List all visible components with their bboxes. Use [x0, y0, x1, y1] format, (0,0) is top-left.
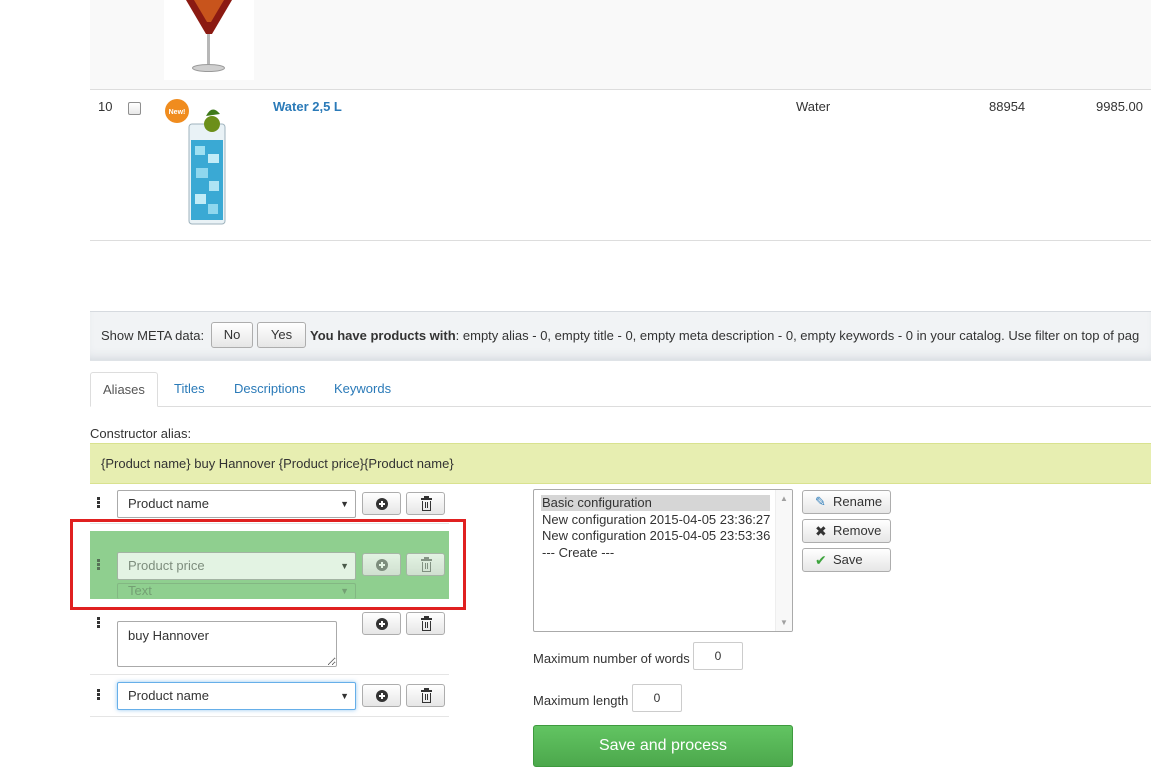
constructor-alias-label: Constructor alias: [90, 426, 192, 441]
meta-info-text: You have products with: empty alias - 0,… [310, 328, 1139, 343]
tab-titles[interactable]: Titles [174, 372, 205, 406]
edit-icon: ✎ [815, 494, 826, 509]
cocktail-thumbnail [164, 0, 254, 80]
max-length-label: Maximum length [533, 693, 629, 708]
highlight-frame [70, 519, 466, 610]
table-row-divider [90, 89, 1151, 90]
plus-circle-icon [376, 618, 388, 630]
token-select-value: Product name [128, 496, 209, 511]
product-name-link[interactable]: Water 2,5 L [273, 99, 342, 114]
config-option[interactable]: --- Create --- [541, 545, 614, 561]
delete-token-button[interactable] [406, 612, 445, 635]
tab-keywords[interactable]: Keywords [334, 372, 391, 406]
tab-aliases[interactable]: Aliases [90, 372, 158, 407]
tab-descriptions[interactable]: Descriptions [234, 372, 306, 406]
caret-down-icon: ▼ [340, 691, 349, 701]
trash-icon [421, 688, 432, 703]
product-price: 9985.00 [1096, 99, 1143, 114]
remove-label: Remove [833, 523, 882, 538]
rename-label: Rename [833, 494, 883, 509]
new-badge: New! [169, 109, 186, 116]
save-label: Save [833, 552, 863, 567]
row-index: 10 [98, 99, 113, 114]
scroll-up-icon[interactable]: ▲ [780, 494, 788, 503]
token-select-value: Product name [128, 688, 209, 703]
table-row-divider [90, 240, 1151, 241]
martini-glass-icon [186, 0, 232, 72]
tabs-baseline [90, 406, 1151, 407]
config-option[interactable]: Basic configuration [541, 495, 770, 511]
product-code: 88954 [989, 99, 1026, 114]
token-select[interactable]: Product name ▼ [117, 490, 356, 518]
max-length-input[interactable] [632, 684, 682, 712]
delete-token-button[interactable] [406, 492, 445, 515]
meta-status-bar: Show META data: No Yes You have products… [90, 311, 1151, 361]
max-words-label: Maximum number of words [533, 651, 690, 666]
config-option[interactable]: New configuration 2015-04-05 23:36:27 [541, 512, 770, 528]
token-select[interactable]: Product name ▼ [117, 682, 356, 710]
token-text-input[interactable]: buy Hannover [117, 621, 337, 667]
caret-down-icon: ▼ [340, 499, 349, 509]
config-option[interactable]: New configuration 2015-04-05 23:53:36 [541, 528, 770, 544]
blue-drink-icon: New! [165, 99, 226, 225]
rename-config-button[interactable]: ✎ Rename [802, 490, 891, 514]
row-divider [90, 674, 449, 675]
close-icon: ✖ [815, 523, 827, 539]
drag-handle-icon[interactable] [97, 497, 100, 509]
alias-preview: {Product name} buy Hannover {Product pri… [90, 443, 1151, 484]
drag-handle-icon[interactable] [97, 617, 100, 629]
add-token-button[interactable] [362, 684, 401, 707]
add-token-button[interactable] [362, 612, 401, 635]
config-list-scrollbar[interactable]: ▲ ▼ [775, 490, 792, 631]
check-icon: ✔ [815, 552, 827, 568]
plus-circle-icon [376, 498, 388, 510]
add-token-button[interactable] [362, 492, 401, 515]
trash-icon [421, 496, 432, 511]
meta-info-details: : empty alias - 0, empty title - 0, empt… [455, 328, 1140, 343]
scroll-down-icon[interactable]: ▼ [780, 618, 788, 627]
trash-icon [421, 616, 432, 631]
meta-info-bold: You have products with [310, 328, 456, 343]
save-and-process-button[interactable]: Save and process [533, 725, 793, 767]
remove-config-button[interactable]: ✖ Remove [802, 519, 891, 543]
delete-token-button[interactable] [406, 684, 445, 707]
product-thumbnail[interactable]: New! [162, 96, 254, 230]
max-words-input[interactable] [693, 642, 743, 670]
configuration-list[interactable]: Basic configuration New configuration 20… [533, 489, 793, 632]
alias-preview-text: {Product name} buy Hannover {Product pri… [101, 456, 454, 471]
show-meta-label: Show META data: [101, 328, 205, 343]
save-config-button[interactable]: ✔ Save [802, 548, 891, 572]
row-checkbox[interactable] [128, 102, 141, 115]
product-category: Water [796, 99, 831, 114]
row-divider [90, 716, 449, 717]
meta-yes-button[interactable]: Yes [257, 322, 306, 348]
plus-circle-icon [376, 690, 388, 702]
meta-no-button[interactable]: No [211, 322, 253, 348]
drag-handle-icon[interactable] [97, 689, 100, 701]
